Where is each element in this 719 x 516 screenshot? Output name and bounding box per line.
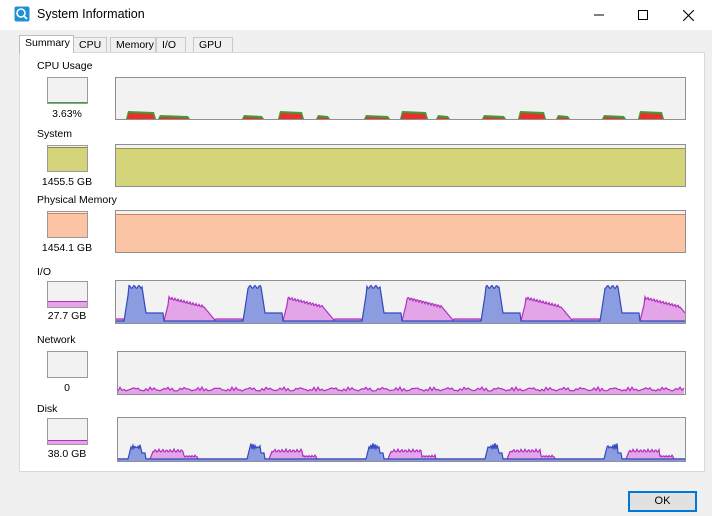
close-button[interactable]: [665, 0, 711, 30]
io-graph: [115, 280, 686, 324]
disk-meter: [47, 418, 88, 445]
physical-memory-label: Physical Memory: [37, 194, 117, 206]
system-graph: [115, 144, 686, 187]
disk-chart: [118, 442, 685, 461]
tab-gpu[interactable]: GPU: [193, 37, 233, 52]
tab-io[interactable]: I/O: [156, 37, 186, 52]
tab-summary[interactable]: Summary: [19, 35, 74, 53]
network-label: Network: [37, 334, 76, 346]
cpu-usage-chart: [126, 111, 664, 119]
physical-memory-meter: [47, 211, 88, 238]
physical-memory-graph-fill: [116, 214, 685, 252]
physical-memory-graph: [115, 210, 686, 253]
tab-memory[interactable]: Memory: [110, 37, 156, 52]
cpu-usage-meter-fill: [48, 102, 87, 103]
system-meter-fill: [48, 147, 87, 171]
system-info-icon: [14, 6, 30, 22]
disk-meter-fill: [48, 439, 87, 444]
system-meter: [47, 145, 88, 172]
window-frame-right: [712, 30, 719, 516]
minimize-button[interactable]: [576, 0, 622, 30]
network-meter: [47, 351, 88, 378]
physical-memory-meter-fill: [48, 213, 87, 237]
disk-label: Disk: [37, 403, 58, 415]
ok-button[interactable]: OK: [628, 491, 697, 512]
cpu-usage-graph: [115, 77, 686, 120]
io-value: 27.7 GB: [47, 310, 87, 322]
system-label: System: [37, 128, 73, 140]
cpu-usage-meter: [47, 77, 88, 104]
maximize-icon: [638, 10, 648, 20]
minimize-icon: [594, 14, 604, 16]
network-chart: [118, 385, 685, 394]
maximize-button[interactable]: [620, 0, 666, 30]
title-bar: System Information: [0, 0, 719, 30]
system-graph-fill: [116, 148, 685, 186]
cpu-usage-label: CPU Usage: [37, 60, 93, 72]
close-icon: [682, 9, 694, 21]
system-value: 1455.5 GB: [41, 176, 93, 188]
io-meter-fill: [48, 301, 87, 307]
io-label: I/O: [37, 266, 52, 278]
cpu-usage-value: 3.63%: [52, 108, 82, 120]
physical-memory-value: 1454.1 GB: [41, 242, 93, 254]
window-title: System Information: [37, 7, 145, 21]
summary-panel: CPU Usage 3.63% System 1455.5 GB Physica…: [19, 52, 705, 472]
network-value: 0: [64, 382, 70, 394]
io-meter: [47, 281, 88, 308]
disk-graph: [117, 417, 686, 462]
disk-value: 38.0 GB: [47, 448, 87, 460]
tab-cpu[interactable]: CPU: [73, 37, 107, 52]
network-graph: [117, 351, 686, 395]
io-chart: [116, 284, 685, 323]
